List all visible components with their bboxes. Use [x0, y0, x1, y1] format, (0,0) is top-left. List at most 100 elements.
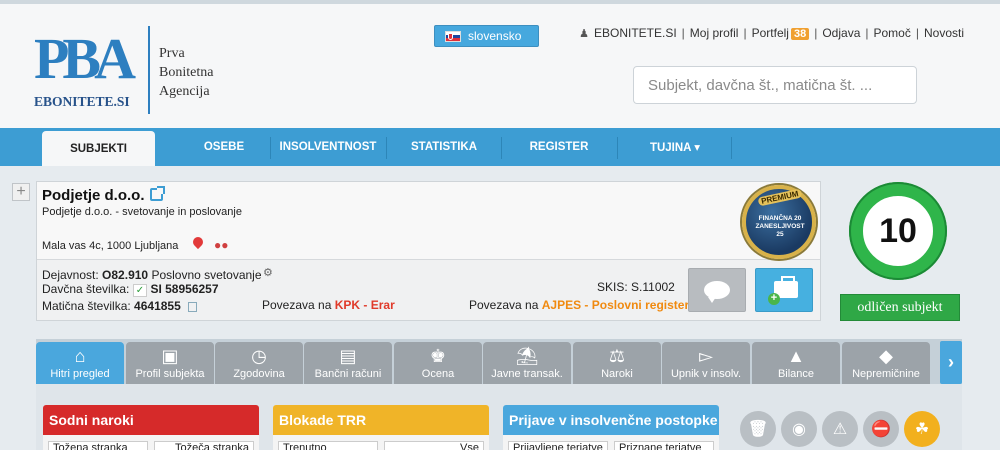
- skis-label: SKIS:: [597, 280, 628, 294]
- activity-label: Dejavnost:: [42, 268, 99, 282]
- tab-tujina[interactable]: TUJINA ▾: [619, 128, 731, 166]
- slovenia-flag-icon: [445, 30, 461, 42]
- tab-insolventnost[interactable]: INSOLVENTNOST: [272, 128, 384, 166]
- copy-icon[interactable]: [188, 301, 198, 312]
- chat-bubble-icon: [704, 281, 730, 303]
- activity-code: O82.910: [102, 268, 149, 282]
- tabs-next-arrow-icon[interactable]: ›: [940, 341, 962, 384]
- section-tab-label: Javne transak.: [491, 368, 563, 380]
- warning-icon[interactable]: ⚠: [822, 411, 858, 447]
- tax-number: SI 58956257: [150, 282, 219, 296]
- section-tab-label: Bančni računi: [314, 368, 382, 380]
- kpk-row: Povezava na KPK - Erar: [262, 298, 395, 312]
- map-pin-icon[interactable]: [190, 234, 206, 250]
- tab-register[interactable]: REGISTER: [503, 128, 615, 166]
- card-icon: ▤: [339, 346, 357, 366]
- external-link-icon[interactable]: [150, 186, 165, 201]
- search-input[interactable]: [633, 66, 917, 104]
- expand-button[interactable]: +: [12, 183, 30, 201]
- section-tab-label: Zgodovina: [233, 368, 285, 380]
- portfolio-label: Portfelj: [751, 26, 789, 40]
- score-ring-outline: [849, 182, 947, 280]
- profile-link[interactable]: Moj profil: [690, 26, 739, 40]
- language-button[interactable]: slovensko: [434, 25, 539, 47]
- palm-tree-icon[interactable]: ☘: [904, 411, 940, 447]
- panel-column: Priznane terjatve: [614, 441, 714, 450]
- logo-line-2: Bonitetna: [159, 65, 214, 80]
- panel-column: Prijavljene terjatve: [508, 441, 608, 450]
- logout-link[interactable]: Odjava: [822, 26, 860, 40]
- panel-column: Tožena stranka: [48, 441, 148, 450]
- alert-octagon-icon[interactable]: ⛔: [863, 411, 899, 447]
- section-tab-ocena[interactable]: ♚ Ocena: [394, 342, 482, 384]
- premium-badge: PREMIUM FINANČNA 20 ZANESLJIVOST 25: [742, 185, 816, 259]
- skis-row: SKIS: S.11002: [597, 280, 675, 294]
- money-bag-icon[interactable]: ◉: [781, 411, 817, 447]
- section-tab-zgodovina[interactable]: ◷ Zgodovina: [215, 342, 303, 384]
- plus-icon: +: [768, 293, 780, 305]
- section-tab-hitri-pregled[interactable]: ⌂ Hitri pregled: [36, 342, 124, 384]
- premium-line-1: FINANČNA: [758, 215, 793, 222]
- ajpes-link[interactable]: AJPES - Poslovni register: [542, 298, 689, 312]
- nav-separator: [270, 137, 271, 159]
- section-tab-label: Upnik v insolv.: [670, 368, 742, 380]
- section-tab-label: Naroki: [601, 368, 633, 380]
- panel-column: Vse: [384, 441, 484, 450]
- activity-row: Dejavnost: O82.910 Poslovno svetovanje: [42, 268, 262, 282]
- premium-line-2: ZANESLJIVOST: [755, 223, 805, 230]
- help-link[interactable]: Pomoč: [874, 26, 911, 40]
- section-tab-nepremicnine[interactable]: ◆ Nepremičnine: [842, 342, 930, 384]
- section-tab-javne-transakcije[interactable]: ⛱ Javne transak.: [483, 342, 571, 384]
- nav-separator: [386, 137, 387, 159]
- company-name: Podjetje d.o.o.: [42, 187, 145, 204]
- news-link[interactable]: Novosti: [924, 26, 964, 40]
- nav-separator: [731, 137, 732, 159]
- premium-text: FINANČNA 20 ZANESLJIVOST 25: [752, 215, 808, 239]
- tab-osebe[interactable]: OSEBE: [180, 128, 268, 166]
- portfolio-link[interactable]: Portfelj 38: [752, 26, 810, 40]
- top-nav: ♟ EBONITETE.SI | Moj profil | Portfelj 38…: [579, 26, 964, 40]
- logo-tagline: Prva Bonitetna Agencija: [159, 44, 213, 101]
- route-pins-icon[interactable]: ●●: [214, 238, 229, 252]
- scales-icon: ⚖: [608, 346, 626, 366]
- tab-subjekti[interactable]: SUBJEKTI: [42, 131, 155, 166]
- tab-statistika[interactable]: STATISTIKA: [388, 128, 500, 166]
- panel-column: Tožeča stranka: [154, 441, 254, 450]
- premium-year-2: 25: [776, 231, 784, 238]
- section-tab-label: Ocena: [421, 368, 455, 380]
- trophy-icon: ♚: [429, 346, 447, 366]
- logo-line-1: Prva: [159, 46, 185, 61]
- tax-row: Davčna številka: ✓ SI 58956257: [42, 282, 219, 297]
- logo-divider: [148, 26, 150, 114]
- logo[interactable]: PBA EBONITETE.SI Prva Bonitetna Agencija: [30, 26, 245, 120]
- trash-icon[interactable]: 🗑: [740, 411, 776, 447]
- panel-title: Blokade TRR: [273, 405, 489, 435]
- user-icon: ♟: [579, 27, 589, 40]
- section-tab-bilance[interactable]: ▲ Bilance: [752, 342, 840, 384]
- factory-icon: ▣: [161, 346, 179, 366]
- section-tab-naroki[interactable]: ⚖ Naroki: [573, 342, 661, 384]
- skis-value: S.11002: [631, 280, 675, 294]
- gears-icon[interactable]: ⚙: [263, 266, 273, 279]
- section-tab-upnik[interactable]: ▻ Upnik v insolv.: [662, 342, 750, 384]
- clock-icon: ◷: [251, 346, 267, 366]
- reg-label: Matična številka:: [42, 299, 131, 313]
- add-portfolio-button[interactable]: +: [755, 268, 813, 312]
- panel-sodni-naroki: Sodni naroki Tožena stranka Tožeča stran…: [43, 405, 259, 450]
- header: PBA EBONITETE.SI Prva Bonitetna Agencija…: [0, 0, 1000, 128]
- kpk-link[interactable]: KPK - Erar: [335, 298, 395, 312]
- company-description: Podjetje d.o.o. - svetovanje in poslovan…: [42, 206, 242, 218]
- logo-line-3: Agencija: [159, 84, 210, 99]
- section-tab-profil[interactable]: ▣ Profil subjekta: [126, 342, 214, 384]
- comments-button[interactable]: [688, 268, 746, 312]
- panel-blokade-trr: Blokade TRR Trenutno Vse: [273, 405, 489, 450]
- section-tab-bancni-racuni[interactable]: ▤ Bančni računi: [304, 342, 392, 384]
- main-nav: SUBJEKTI OSEBE INSOLVENTNOST STATISTIKA …: [0, 128, 1000, 166]
- user-link[interactable]: EBONITETE.SI: [594, 26, 677, 40]
- premium-ribbon: PREMIUM: [757, 188, 803, 207]
- chart-icon: ▲: [787, 346, 805, 366]
- section-tab-label: Hitri pregled: [50, 368, 110, 380]
- ajpes-row: Povezava na AJPES - Poslovni register: [469, 298, 689, 312]
- logo-mark: PBA: [34, 26, 136, 91]
- score-label-button[interactable]: odličen subjekt: [840, 294, 960, 321]
